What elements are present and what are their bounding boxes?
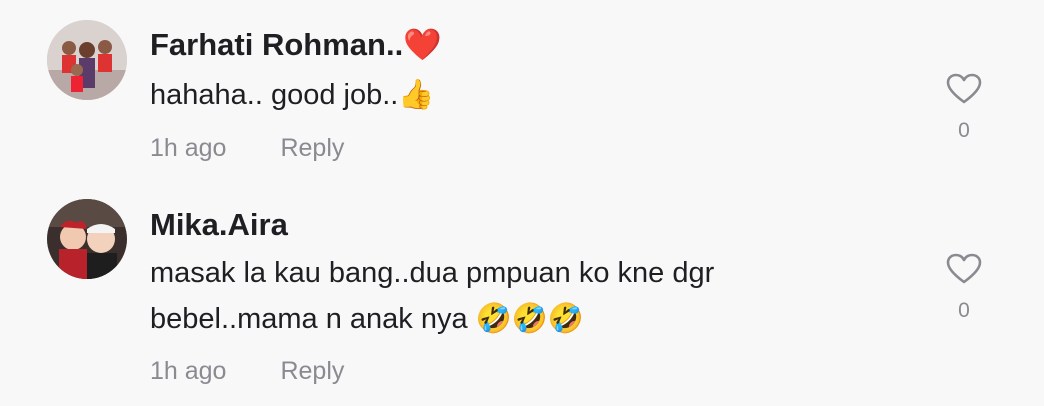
comment-text: masak la kau bang..dua pmpuan ko kne dgr… bbox=[150, 250, 714, 342]
comment-meta: 1h ago Reply bbox=[150, 357, 344, 386]
username[interactable]: Farhati Rohman..❤️ bbox=[150, 29, 442, 60]
username[interactable]: Mika.Aira bbox=[150, 209, 288, 240]
comment-text-line: bebel..mama n anak nya 🤣🤣🤣 bbox=[150, 303, 584, 335]
comment-meta: 1h ago Reply bbox=[150, 134, 344, 163]
comment-text: hahaha.. good job..👍 bbox=[150, 72, 434, 118]
heart-outline-icon[interactable] bbox=[946, 73, 982, 105]
like-count: 0 bbox=[958, 119, 970, 142]
like-button[interactable]: 0 bbox=[940, 73, 988, 143]
comment-text-line: masak la kau bang..dua pmpuan ko kne dgr bbox=[150, 257, 715, 289]
timestamp: 1h ago bbox=[150, 357, 227, 385]
username-text: Farhati Rohman..❤️ bbox=[150, 27, 442, 62]
comment-text-line: hahaha.. good job..👍 bbox=[150, 79, 435, 111]
timestamp: 1h ago bbox=[150, 134, 227, 162]
like-button[interactable]: 0 bbox=[940, 253, 988, 323]
username-text: Mika.Aira bbox=[150, 207, 288, 242]
heart-outline-icon[interactable] bbox=[946, 253, 982, 285]
avatar[interactable] bbox=[47, 199, 127, 279]
like-count: 0 bbox=[958, 299, 970, 322]
reply-button[interactable]: Reply bbox=[280, 357, 344, 385]
reply-button[interactable]: Reply bbox=[280, 134, 344, 162]
avatar[interactable] bbox=[47, 20, 127, 100]
